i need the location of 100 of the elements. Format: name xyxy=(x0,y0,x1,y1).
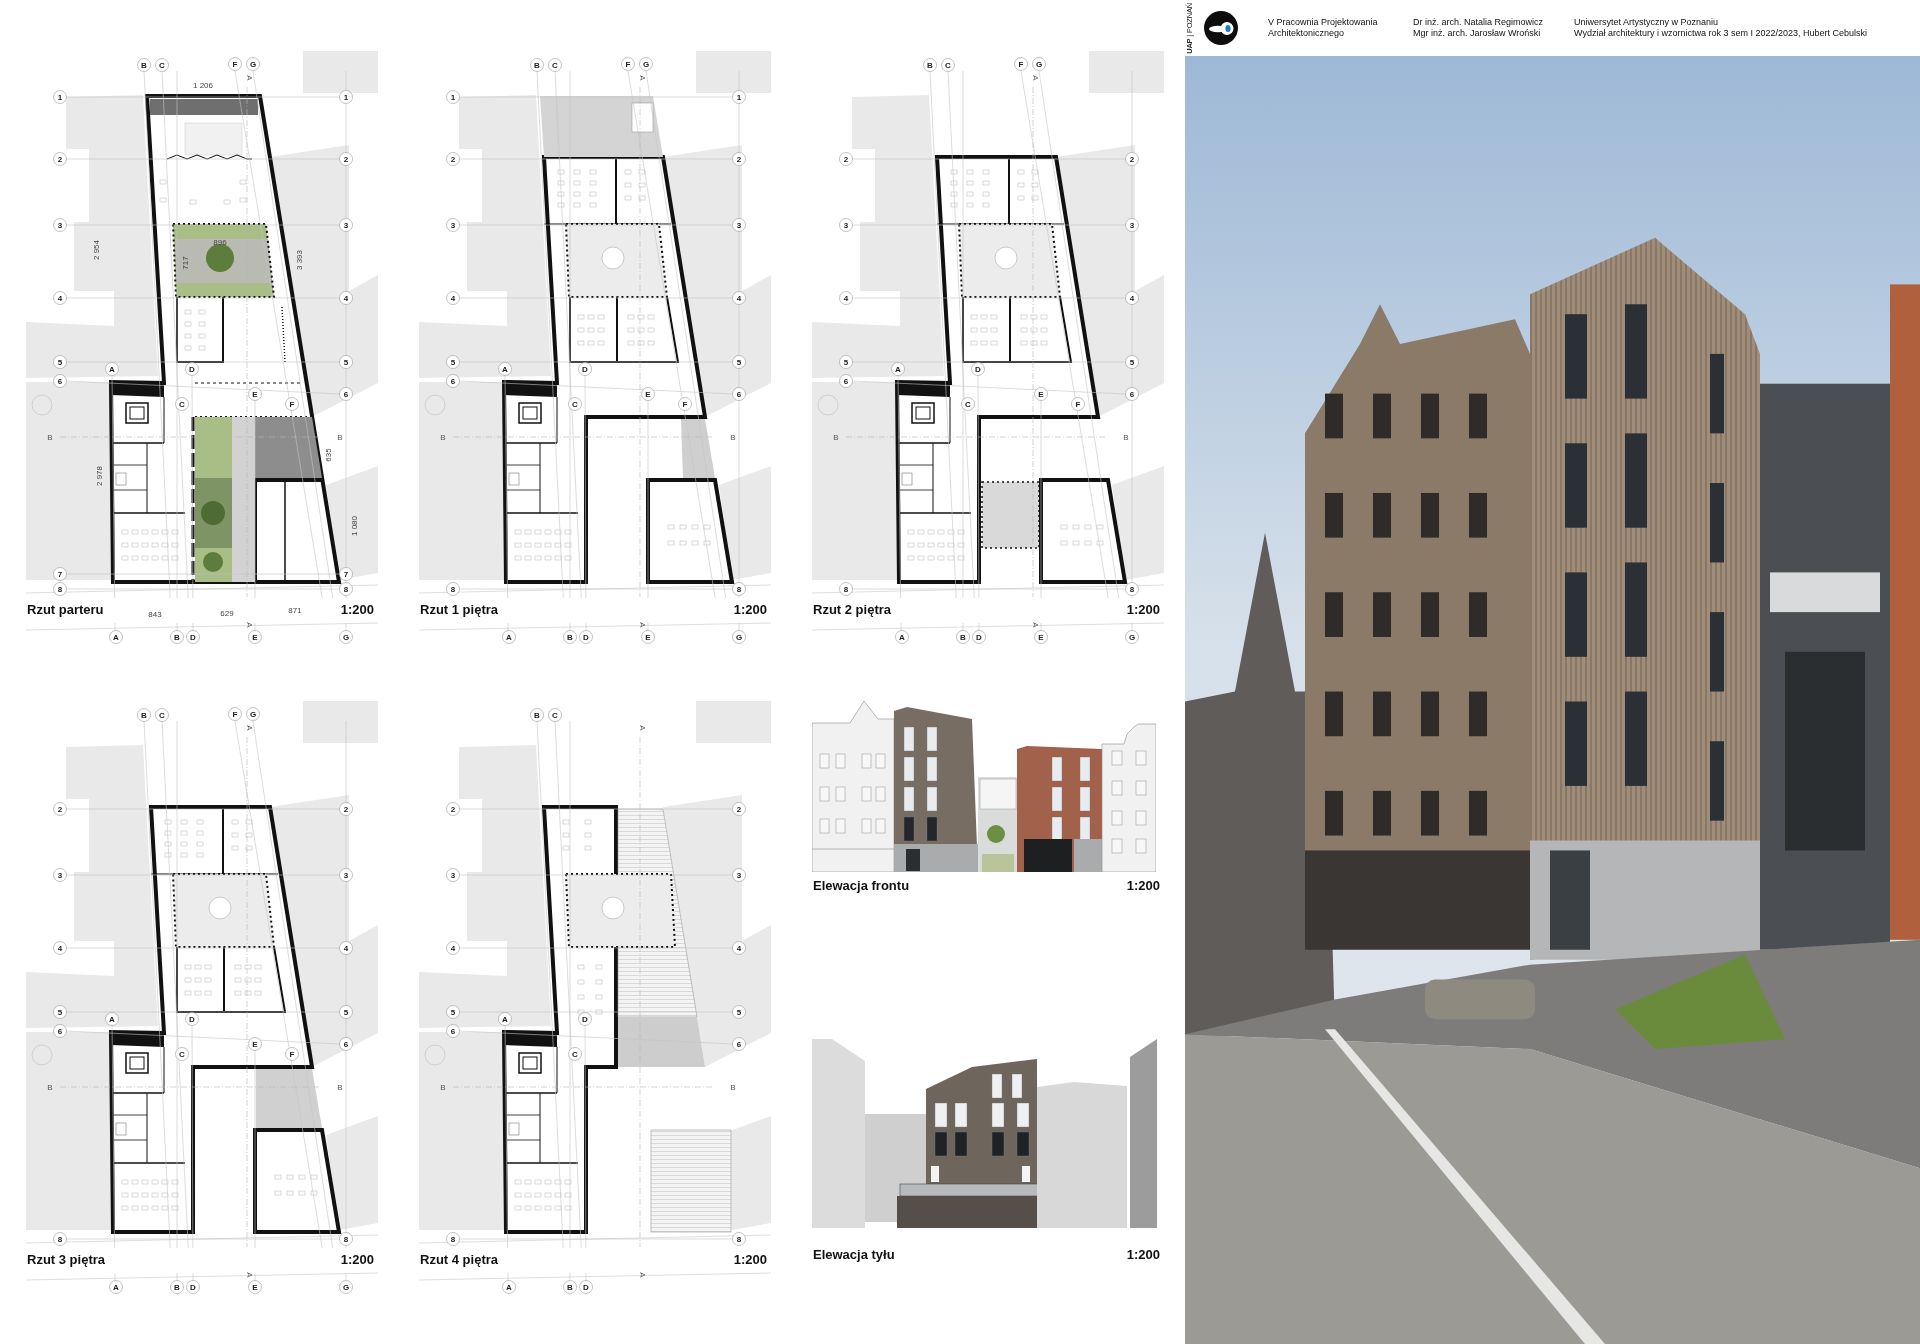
lift-shaft xyxy=(115,472,127,486)
grid-axis-label: 6 xyxy=(446,1024,460,1038)
grid-axis-label: G xyxy=(339,1280,353,1294)
grid-axis-label: C xyxy=(568,1047,582,1061)
dimension-label: 871 xyxy=(288,606,302,615)
grid-axis-label: 5 xyxy=(1125,355,1139,369)
grid-axis-label: B xyxy=(923,58,937,72)
grid-axis-label: 6 xyxy=(339,387,353,401)
grid-axis-label: 7 xyxy=(53,567,67,581)
grid-axis-label: A xyxy=(498,362,512,376)
grid-axis-label: 3 xyxy=(53,218,67,232)
grid-axis-label: B xyxy=(170,1280,184,1294)
section-mark: B xyxy=(1123,433,1129,442)
grid-axis-label: F xyxy=(1071,397,1085,411)
elevation-title: Elewacja frontu xyxy=(813,878,910,894)
section-mark: A xyxy=(638,75,647,81)
lift-shaft xyxy=(901,472,913,486)
terrace xyxy=(681,419,715,478)
section-mark: A xyxy=(638,725,647,731)
grid-axis-label: 3 xyxy=(839,218,853,232)
grid-axis-label: C xyxy=(155,708,169,722)
lift-shaft xyxy=(508,1122,520,1136)
grid-axis-label: 5 xyxy=(732,355,746,369)
section-mark: B xyxy=(337,433,343,442)
course-info: Wydział architektury i wzornictwa rok 3 sem I 2022/2023, Hubert Cebulski xyxy=(1574,28,1868,39)
scale-label: 1:200 xyxy=(1126,878,1160,894)
scale-label: 1:200 xyxy=(1126,602,1160,617)
studio-name: V Pracownia Projektowania xyxy=(1268,17,1379,28)
grid-axis-label: 3 xyxy=(446,218,460,232)
grid-axis-label: 3 xyxy=(732,868,746,882)
grid-axis-label: 2 xyxy=(732,152,746,166)
scale-label: 1:200 xyxy=(340,1252,374,1267)
grid-axis-label: A xyxy=(502,630,516,644)
grid-axis-label: B xyxy=(530,58,544,72)
grid-axis-label: A xyxy=(105,1012,119,1026)
grid-axis-label: A xyxy=(891,362,905,376)
grid-axis-label: 6 xyxy=(839,374,853,388)
grid-axis-label: 5 xyxy=(339,355,353,369)
grid-axis-label: 3 xyxy=(1125,218,1139,232)
grid-axis-label: 6 xyxy=(53,374,67,388)
grid-axis-label: E xyxy=(248,1037,262,1051)
grid-axis-label: 1 xyxy=(339,90,353,104)
section-mark: A xyxy=(245,725,254,731)
table xyxy=(159,197,167,203)
grid-axis-label: D xyxy=(579,1280,593,1294)
grid-axis-label: C xyxy=(175,397,189,411)
grid-axis-label: C xyxy=(941,58,955,72)
grid-axis-label: F xyxy=(1014,57,1028,71)
grid-axis-label: 5 xyxy=(839,355,853,369)
grid-axis-label: 8 xyxy=(53,582,67,596)
grid-axis-label: C xyxy=(548,708,562,722)
plan-title: Rzut 2 piętra xyxy=(813,602,891,617)
grid-axis-label: 6 xyxy=(339,1037,353,1051)
dimension-label: 2 978 xyxy=(95,466,104,486)
grid-axis-label: G xyxy=(246,57,260,71)
university-name: Uniwersytet Artystyczny w Poznaniu xyxy=(1574,17,1720,28)
grid-axis-label: B xyxy=(137,58,151,72)
table xyxy=(595,1009,603,1015)
elevation-title: Elewacja tyłu xyxy=(813,1247,895,1263)
scale-label: 1:200 xyxy=(340,602,374,617)
dimension-label: 717 xyxy=(181,256,190,270)
grid-axis-label: E xyxy=(641,387,655,401)
grid-axis-label: C xyxy=(568,397,582,411)
logo-icon xyxy=(1204,11,1238,45)
grid-axis-label: 2 xyxy=(339,802,353,816)
grid-axis-label: 4 xyxy=(446,941,460,955)
grid-axis-label: 2 xyxy=(446,802,460,816)
grid-axis-label: B xyxy=(137,708,151,722)
section-mark: B xyxy=(337,1083,343,1092)
dimension-label: 896 xyxy=(213,238,227,247)
grid-axis-label: 4 xyxy=(1125,291,1139,305)
grid-axis-label: E xyxy=(641,630,655,644)
grid-axis-label: 6 xyxy=(53,1024,67,1038)
studio-name: Architektonicznego xyxy=(1268,28,1346,39)
grid-axis-label: B xyxy=(563,1280,577,1294)
grid-axis-label: E xyxy=(248,387,262,401)
grid-axis-label: 8 xyxy=(1125,582,1139,596)
section-mark: A xyxy=(638,622,647,628)
stair-core xyxy=(911,402,935,424)
grid-axis-label: 1 xyxy=(732,90,746,104)
grid-axis-label: G xyxy=(339,630,353,644)
table xyxy=(189,199,197,205)
grid-axis-label: 2 xyxy=(732,802,746,816)
grid-axis-label: C xyxy=(548,58,562,72)
grid-axis-label: 8 xyxy=(839,582,853,596)
scale-label: 1:200 xyxy=(733,1252,767,1267)
grid-axis-label: F xyxy=(621,57,635,71)
terrace xyxy=(981,481,1040,549)
grid-axis-label: D xyxy=(186,1280,200,1294)
dimension-label: 629 xyxy=(220,609,234,618)
plan-title: Rzut 1 piętra xyxy=(420,602,498,617)
grid-axis-label: 3 xyxy=(446,868,460,882)
grid-axis-label: D xyxy=(972,630,986,644)
grid-axis-label: 4 xyxy=(732,941,746,955)
grid-axis-label: F xyxy=(285,1047,299,1061)
section-mark: B xyxy=(47,1083,53,1092)
section-mark: B xyxy=(730,1083,736,1092)
table xyxy=(577,964,585,970)
table xyxy=(577,979,585,985)
grid-axis-label: 1 xyxy=(446,90,460,104)
